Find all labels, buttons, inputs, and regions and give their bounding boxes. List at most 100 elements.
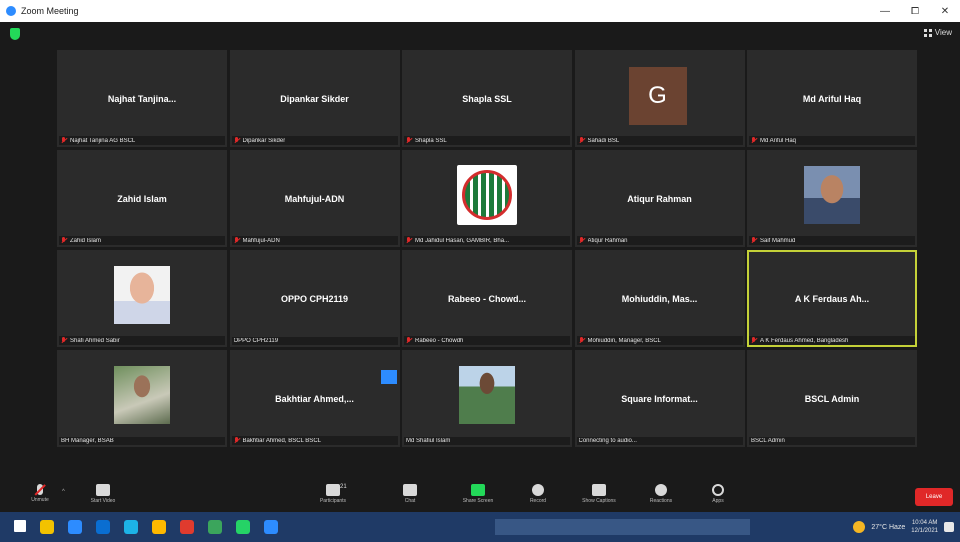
participant-tile[interactable]: Saif Mahmud bbox=[747, 150, 917, 247]
participant-name-label: Shafi Ahmed Sabir bbox=[70, 337, 120, 344]
mic-muted-icon bbox=[406, 237, 412, 244]
participant-name-tag: Dipankar Sikder bbox=[231, 136, 398, 145]
participant-tile[interactable]: Md Shafiul Islam bbox=[402, 350, 572, 447]
taskbar-app-icon[interactable] bbox=[40, 520, 54, 534]
taskbar-app-icon[interactable] bbox=[208, 520, 222, 534]
mic-muted-icon bbox=[579, 237, 585, 244]
participant-display-name: Najhat Tanjina... bbox=[107, 93, 177, 104]
security-shield-icon[interactable] bbox=[10, 28, 20, 40]
taskbar-app-icon[interactable] bbox=[236, 520, 250, 534]
participant-name-label: Md Ariful Haq bbox=[760, 137, 797, 144]
participants-button[interactable]: 21 Participants bbox=[310, 484, 356, 504]
apps-button[interactable]: Apps bbox=[695, 484, 741, 504]
audio-options-caret[interactable]: ^ bbox=[62, 489, 65, 495]
mic-muted-icon bbox=[234, 437, 240, 444]
unmute-button[interactable]: Unmute bbox=[17, 484, 63, 503]
weather-text[interactable]: 27°C Haze bbox=[871, 524, 905, 531]
minimize-button[interactable]: — bbox=[870, 0, 900, 22]
taskbar-app-icon[interactable] bbox=[264, 520, 278, 534]
participant-display-name: Square Informat... bbox=[621, 393, 698, 404]
participant-name-label: Md Shafiul Islam bbox=[406, 438, 451, 444]
taskbar-apps bbox=[0, 520, 278, 534]
mic-muted-icon bbox=[234, 237, 240, 244]
taskbar-app-icon[interactable] bbox=[180, 520, 194, 534]
view-button[interactable]: View bbox=[923, 28, 952, 37]
participant-tile[interactable]: BSCL Admin BSCL Admin bbox=[747, 350, 917, 447]
participant-name-label: BSCL Admin bbox=[751, 438, 785, 444]
clock-date: 12/1/2021 bbox=[911, 528, 938, 534]
gallery-view-icon bbox=[923, 28, 932, 37]
participant-name-label: Saif Mahmud bbox=[760, 237, 796, 244]
unmute-label: Unmute bbox=[31, 497, 49, 503]
participant-tile[interactable]: BH Manager, BSAB bbox=[57, 350, 227, 447]
window-title: Zoom Meeting bbox=[21, 6, 79, 16]
participant-tile[interactable]: Md Ariful Haq Md Ariful Haq bbox=[747, 50, 917, 147]
participant-tile[interactable]: Bakhtiar Ahmed,... Bakhtiar Ahmed, BSCL B… bbox=[229, 350, 400, 447]
record-icon bbox=[532, 484, 544, 496]
notifications-icon[interactable] bbox=[944, 522, 954, 532]
participant-name-label: Rabeeo - Chowdh bbox=[415, 337, 464, 344]
share-screen-label: Share Screen bbox=[462, 498, 494, 504]
raise-hand-icon bbox=[381, 370, 397, 384]
participant-tile[interactable]: Mahfujul-ADN Mahfujul-ADN bbox=[229, 150, 400, 247]
participant-tile[interactable]: Shafi Ahmed Sabir bbox=[57, 250, 227, 347]
participant-display-name: Md Ariful Haq bbox=[802, 93, 862, 104]
participant-name-tag: Connecting to audio... bbox=[576, 437, 743, 445]
participant-name-tag: BSCL Admin bbox=[749, 437, 915, 445]
participant-tile[interactable]: Shapla SSL Shapla SSL bbox=[402, 50, 572, 147]
participant-tile[interactable]: Rabeeo - Chowd... Rabeeo - Chowdh bbox=[402, 250, 572, 347]
mic-muted-icon bbox=[406, 137, 412, 144]
maximize-button[interactable]: ⧠ bbox=[900, 0, 930, 22]
participant-name-tag: Shapla SSL bbox=[404, 136, 570, 145]
participants-icon bbox=[326, 484, 340, 496]
participant-display-name: Mahfujul-ADN bbox=[284, 193, 345, 204]
participant-display-name: BSCL Admin bbox=[804, 393, 860, 404]
mic-muted-icon bbox=[751, 137, 757, 144]
participant-display-name: Atiqur Rahman bbox=[627, 193, 692, 204]
close-button[interactable]: ✕ bbox=[930, 0, 960, 22]
taskbar-app-icon[interactable] bbox=[152, 520, 166, 534]
participant-count: 21 bbox=[340, 484, 347, 490]
participant-tile[interactable]: Md Jahidul Hasan, GAMBIR, Bha... bbox=[402, 150, 572, 247]
participant-name-label: Mahfujul-ADN bbox=[242, 237, 280, 244]
participant-name-tag: Saif Mahmud bbox=[749, 236, 915, 245]
participant-tile[interactable]: Atiqur Rahman Atiqur Rahman bbox=[574, 150, 745, 247]
participant-tile[interactable]: Mohiuddin, Mas... Mohiuddin, Manager, BSC… bbox=[574, 250, 745, 347]
taskbar-app-icon[interactable] bbox=[96, 520, 110, 534]
windows-start-icon[interactable] bbox=[14, 520, 26, 532]
profile-photo bbox=[804, 166, 860, 224]
mic-muted-icon bbox=[61, 337, 67, 344]
chat-button[interactable]: Chat bbox=[387, 484, 433, 504]
avatar-letter: G bbox=[628, 67, 687, 125]
reactions-button[interactable]: Reactions bbox=[638, 484, 684, 504]
leave-button[interactable]: Leave bbox=[915, 488, 953, 506]
participant-tile[interactable]: Zahid Islam Zahid Islam bbox=[57, 150, 227, 247]
participant-name-tag: Zahid Islam bbox=[59, 236, 225, 245]
participant-tile[interactable]: Najhat Tanjina... Najhat Tanjina AG BSCL bbox=[57, 50, 227, 147]
taskbar-app-icon[interactable] bbox=[124, 520, 138, 534]
participant-tile[interactable]: Square Informat... Connecting to audio... bbox=[574, 350, 745, 447]
start-video-button[interactable]: Start Video bbox=[80, 484, 126, 504]
participant-name-tag: Md Ariful Haq bbox=[749, 136, 915, 145]
participant-tile[interactable]: G Sahadi BSL bbox=[574, 50, 745, 147]
record-button[interactable]: Record bbox=[515, 484, 561, 504]
share-screen-button[interactable]: Share Screen bbox=[455, 484, 501, 504]
clock[interactable]: 10:04 AM 12/1/2021 bbox=[911, 519, 938, 535]
reactions-label: Reactions bbox=[649, 498, 673, 504]
taskbar-app-icon[interactable] bbox=[68, 520, 82, 534]
mic-muted-icon bbox=[751, 237, 757, 244]
participant-display-name: Bakhtiar Ahmed,... bbox=[275, 393, 354, 404]
participant-name-tag: Md Shafiul Islam bbox=[404, 437, 570, 445]
show-captions-button[interactable]: Show Captions bbox=[576, 484, 622, 504]
participant-tile[interactable]: OPPO CPH2119 OPPO CPH2119 bbox=[229, 250, 400, 347]
participant-name-label: A K Ferdaus Ahmed, Bangladesh bbox=[760, 337, 849, 344]
participant-tile[interactable]: Dipankar Sikder Dipankar Sikder bbox=[229, 50, 400, 147]
participant-name-tag: A K Ferdaus Ahmed, Bangladesh bbox=[749, 336, 915, 345]
participant-name-tag: OPPO CPH2119 bbox=[231, 337, 398, 345]
mic-muted-icon bbox=[37, 484, 43, 495]
participant-name-tag: Mahfujul-ADN bbox=[231, 236, 398, 245]
video-off-icon bbox=[96, 484, 110, 496]
participant-tile[interactable]: A K Ferdaus Ah... A K Ferdaus Ahmed, Bang… bbox=[747, 250, 917, 347]
participant-name-label: Mohiuddin, Manager, BSCL bbox=[587, 337, 661, 344]
participant-name-label: BH Manager, BSAB bbox=[61, 438, 114, 444]
